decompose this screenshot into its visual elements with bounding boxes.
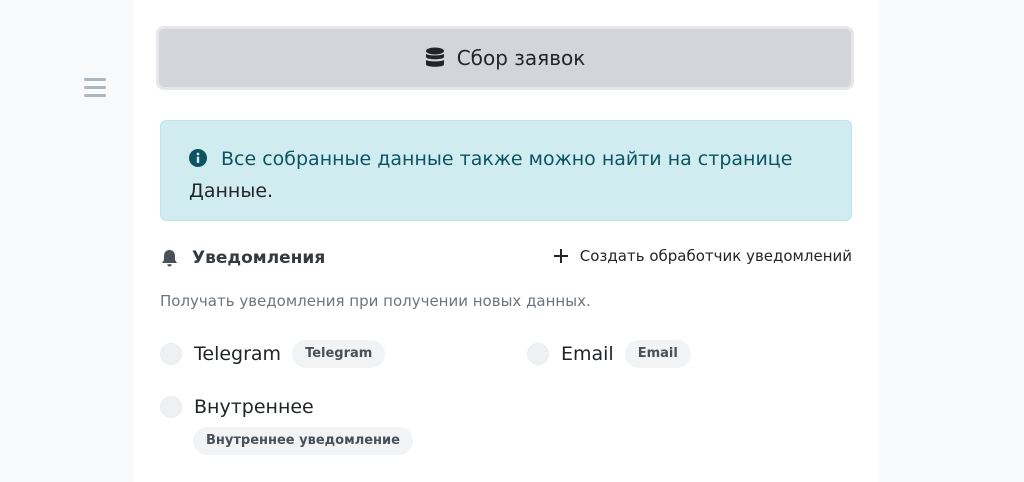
option-label: Email xyxy=(561,343,614,365)
plus-icon xyxy=(553,249,568,263)
option-email: Email Email xyxy=(527,340,691,368)
option-label: Telegram xyxy=(194,343,282,365)
option-badge: Внутреннее уведомление xyxy=(193,427,413,455)
create-handler-button[interactable]: Создать обработчик уведомлений xyxy=(553,247,852,265)
option-label: Внутреннее xyxy=(194,396,314,418)
option-telegram: Telegram Telegram xyxy=(160,340,386,368)
create-handler-label: Создать обработчик уведомлений xyxy=(579,247,852,265)
email-checkbox[interactable] xyxy=(527,343,549,365)
option-badge: Telegram xyxy=(292,340,386,368)
data-page-link[interactable]: Данные. xyxy=(189,180,273,202)
internal-checkbox[interactable] xyxy=(160,396,182,418)
alert-text: Все собранные данные также можно найти н… xyxy=(221,148,793,170)
telegram-checkbox[interactable] xyxy=(160,343,182,365)
info-alert: Все собранные данные также можно найти н… xyxy=(160,120,852,221)
collect-requests-label: Сбор заявок xyxy=(456,46,586,70)
hamburger-menu-icon[interactable] xyxy=(84,78,106,98)
bell-icon xyxy=(162,250,177,267)
option-internal: Внутреннее xyxy=(160,396,325,418)
notifications-title: Уведомления xyxy=(161,248,325,268)
option-badge: Email xyxy=(624,340,691,368)
collect-requests-button[interactable]: Сбор заявок xyxy=(156,26,854,90)
info-circle-icon xyxy=(189,149,207,167)
notifications-description: Получать уведомления при получении новых… xyxy=(160,292,591,310)
database-icon xyxy=(425,47,444,67)
notifications-title-label: Уведомления xyxy=(192,248,326,268)
